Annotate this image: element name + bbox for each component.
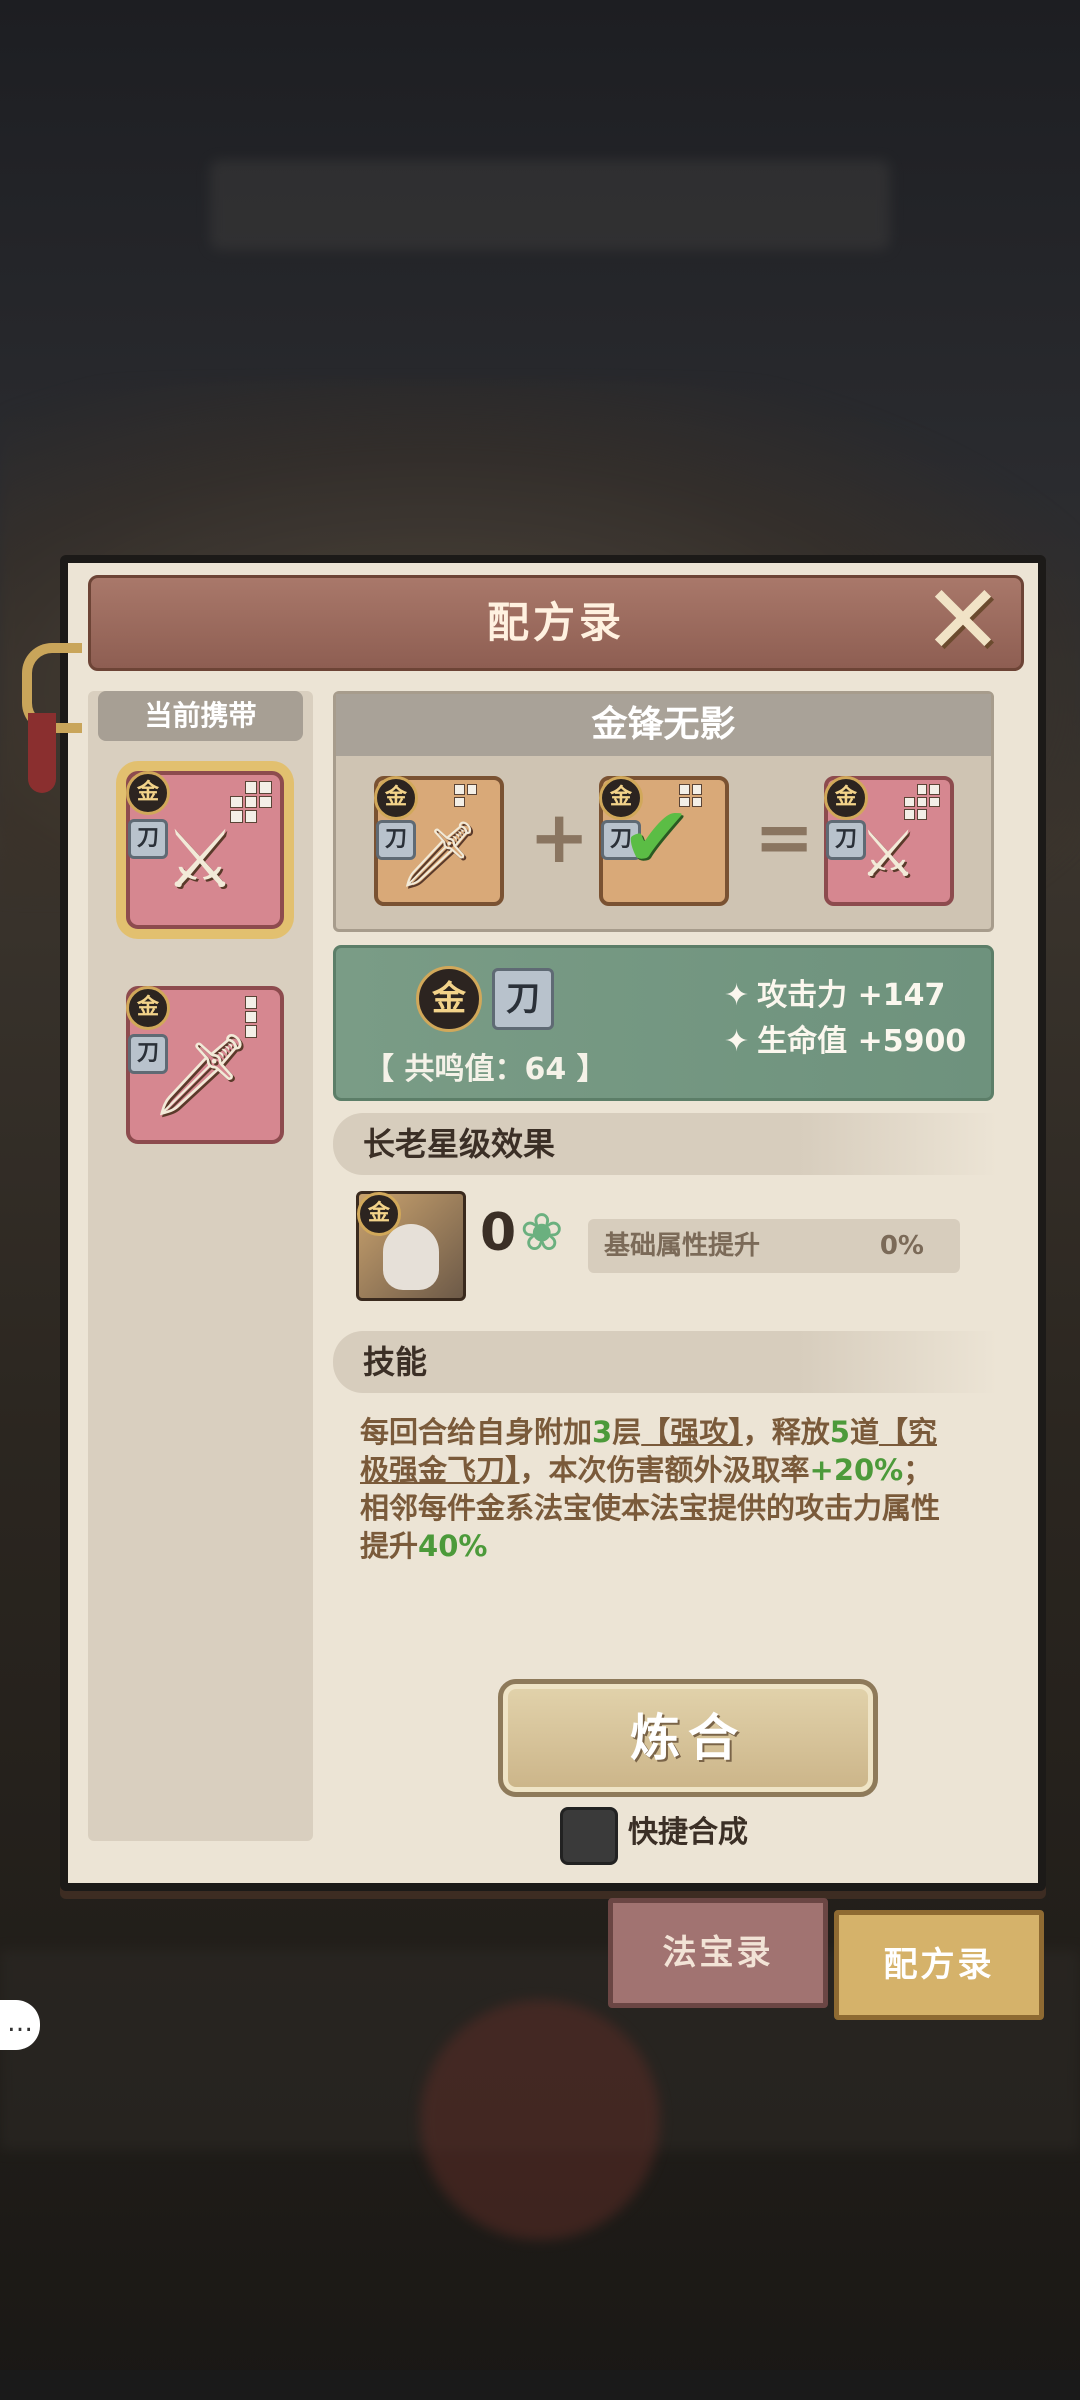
sparkle-icon: ✦: [724, 1024, 750, 1059]
golden-blades-icon: 🗡: [150, 1028, 252, 1121]
attack-stat: ✦ 攻击力 +147: [724, 978, 946, 1013]
elder-avatar[interactable]: 金: [356, 1191, 466, 1301]
carried-item-2[interactable]: 金 刀 🗡: [126, 986, 284, 1144]
refine-button[interactable]: 炼合: [498, 1679, 878, 1797]
resonance-value: 【 共鸣值：64 】: [364, 1052, 607, 1087]
gold-element-icon: 金: [126, 771, 170, 815]
sickle-blade-icon: 🗡: [398, 818, 480, 892]
tab-treasure-record[interactable]: 法宝录: [608, 1898, 828, 2008]
close-icon[interactable]: ✕: [915, 572, 1011, 668]
recipe-dialog: 配方录 ✕ 当前携带 金 刀 ⚔ 金 刀 🗡 金锋无影 金 刀 🗡 + 金 刀 …: [22, 555, 1046, 1891]
refine-button-label: 炼合: [630, 1709, 746, 1767]
system-navigation-bar: [0, 2370, 1080, 2400]
tassel-decoration-icon: [28, 713, 56, 793]
recipe-input-2[interactable]: 金 刀 ✔: [599, 776, 729, 906]
carried-panel: 当前携带 金 刀 ⚔ 金 刀 🗡: [88, 691, 313, 1841]
gold-element-icon: 金: [416, 966, 482, 1032]
flower-icon: ❀: [520, 1203, 564, 1263]
blade-type-icon: 刀: [492, 968, 554, 1030]
crossed-daggers-icon: ⚔: [164, 813, 236, 906]
skill-section-title: 技能: [333, 1331, 998, 1393]
crossed-daggers-icon: ⚔: [859, 818, 917, 892]
background-banner: [210, 160, 890, 250]
attribute-boost-bar: 基础属性提升 0%: [588, 1219, 960, 1273]
recipe-output[interactable]: 金 刀 ⚔: [824, 776, 954, 906]
elder-section-title: 长老星级效果: [333, 1113, 998, 1175]
attribute-boost-value: 0%: [879, 1231, 924, 1261]
quick-synth-label: 快捷合成: [628, 1815, 748, 1850]
skill-description: 每回合给自身附加3层【强攻】，释放5道【究极强金飞刀】，本次伤害额外汲取率+20…: [360, 1415, 941, 1563]
quick-synth-checkbox[interactable]: [560, 1807, 618, 1865]
dialog-header: 配方录 ✕: [88, 572, 1024, 671]
elder-star-count: 0: [480, 1203, 517, 1263]
equals-icon: =: [754, 795, 815, 879]
plus-icon: +: [529, 795, 590, 879]
stats-panel: 金 刀 【 共鸣值：64 】 ✦ 攻击力 +147 ✦ 生命值 +5900: [333, 945, 994, 1101]
sparkle-icon: ✦: [724, 978, 750, 1013]
attribute-boost-label: 基础属性提升: [604, 1231, 761, 1261]
carried-label: 当前携带: [98, 691, 303, 741]
elder-face-icon: [383, 1224, 439, 1290]
carried-item-1[interactable]: 金 刀 ⚔: [126, 771, 284, 929]
hp-stat: ✦ 生命值 +5900: [724, 1024, 967, 1059]
recipe-input-1[interactable]: 金 刀 🗡: [374, 776, 504, 906]
recipe-name: 金锋无影: [336, 694, 991, 756]
recipe-panel: 金锋无影 金 刀 🗡 + 金 刀 ✔ = 金 刀 ⚔: [333, 691, 994, 932]
background-emblem: [420, 2000, 660, 2240]
dialog-title: 配方录: [486, 598, 625, 647]
tab-recipe-record[interactable]: 配方录: [834, 1910, 1044, 2020]
gold-element-icon: 金: [126, 986, 170, 1030]
check-icon: ✔: [621, 788, 692, 886]
